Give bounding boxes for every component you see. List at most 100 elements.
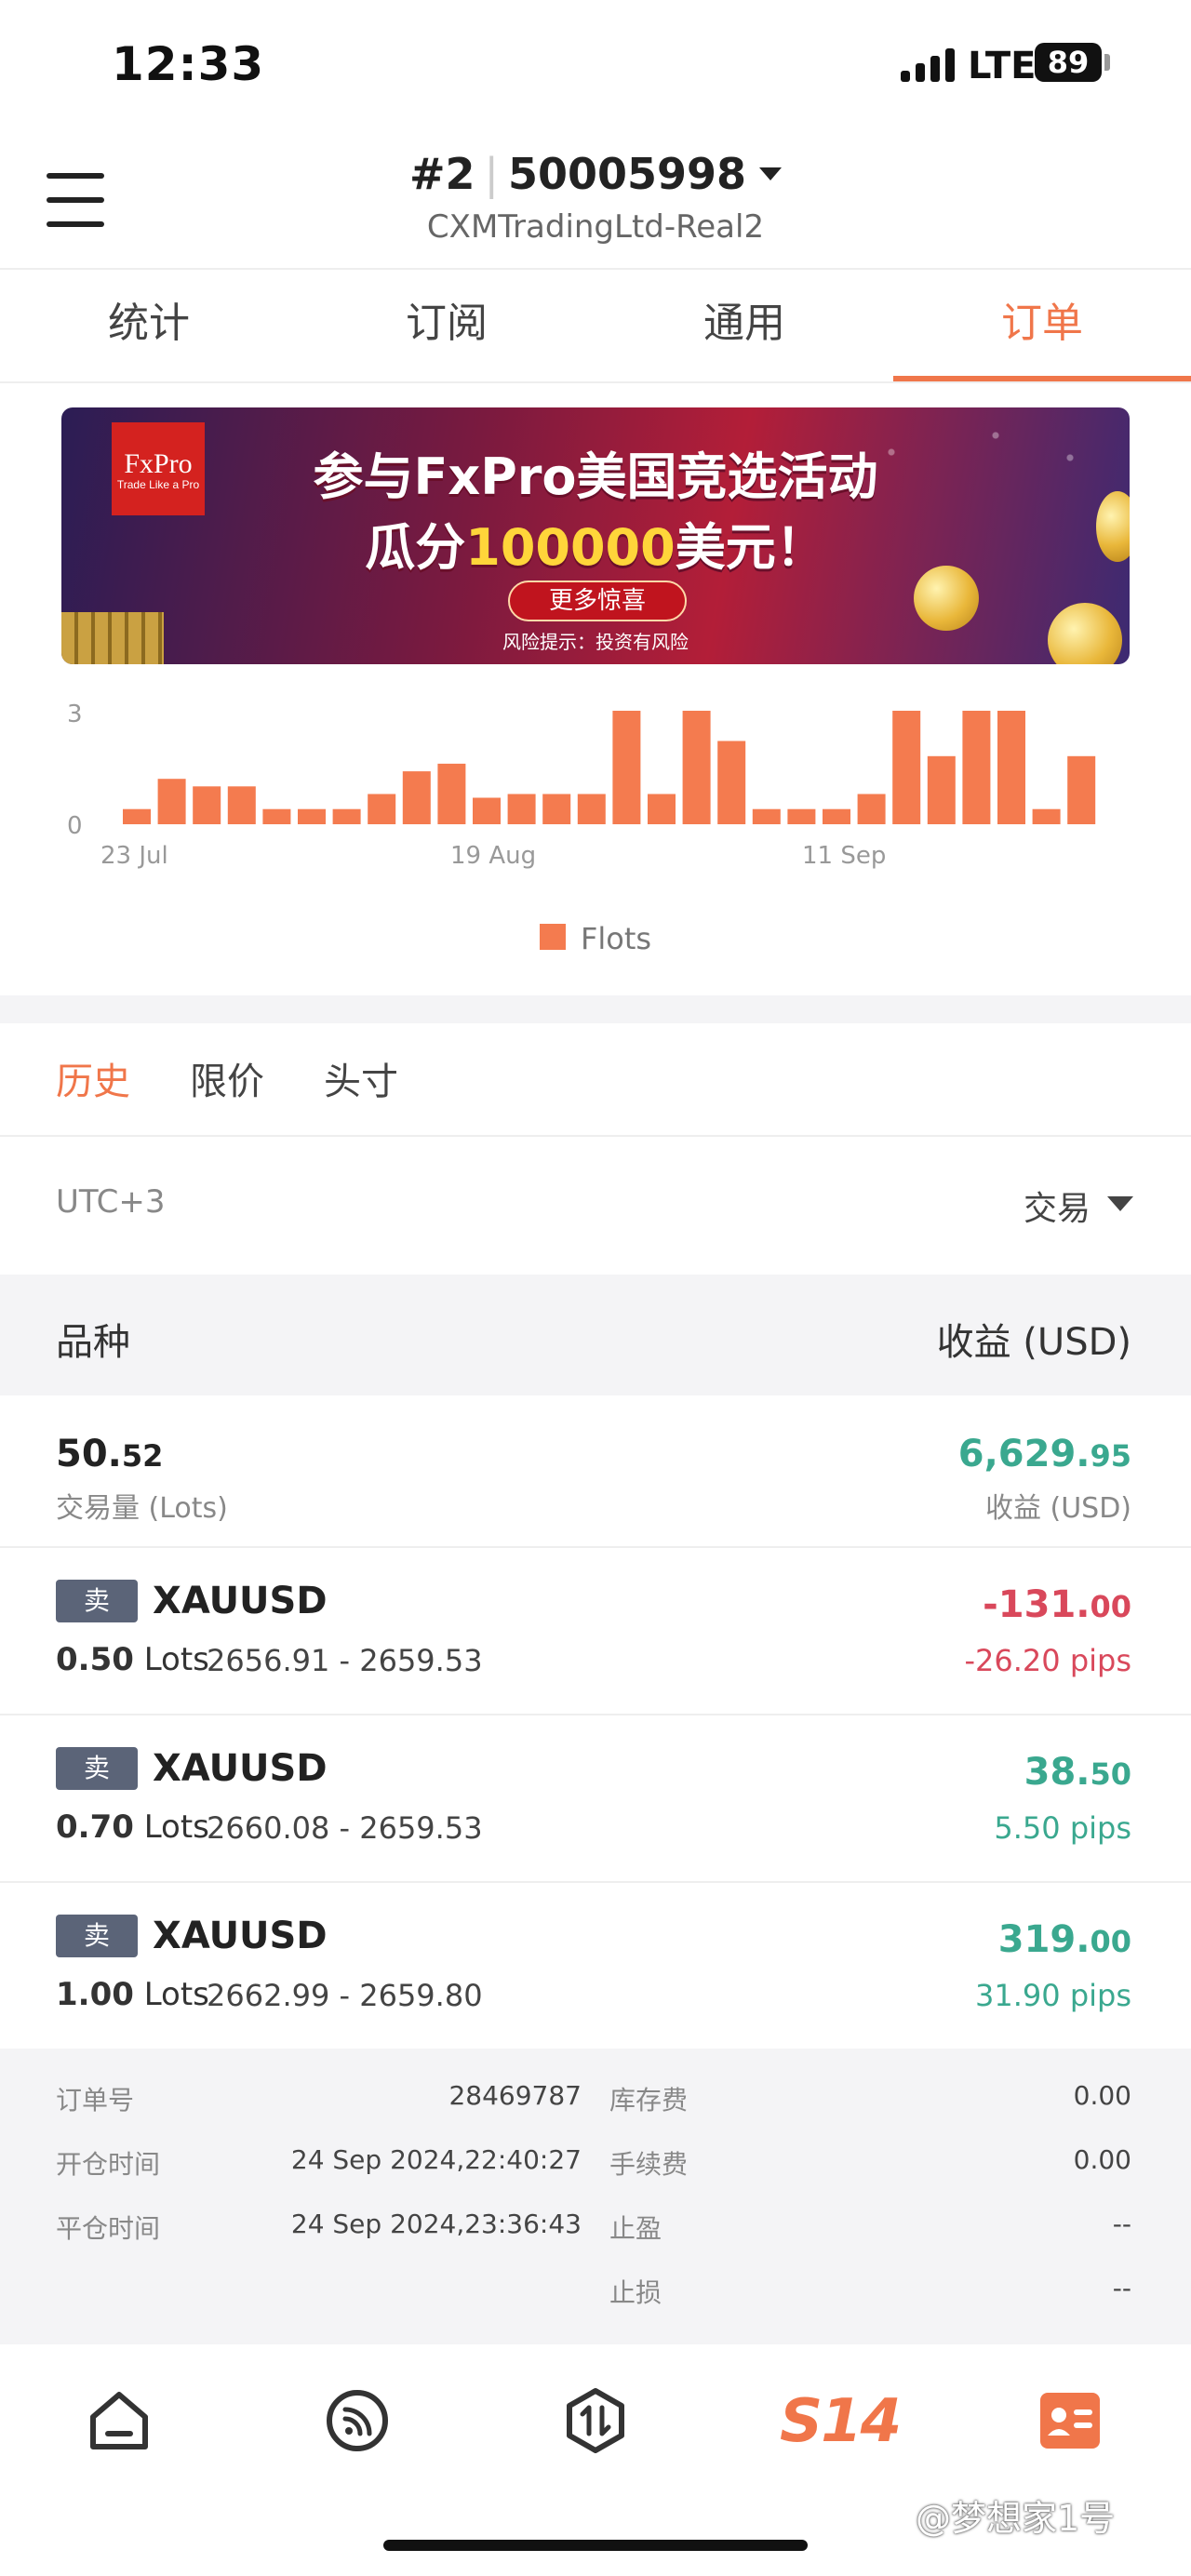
network-label: LTE [968,45,1037,87]
trade-profit: -131.00 [983,1583,1131,1626]
column-symbol: 品种 [56,1321,130,1364]
timezone-selector[interactable]: UTC+3 [56,1183,166,1221]
order-number-label: 订单号 [56,2085,135,2116]
y-tick-label: 3 [67,701,83,728]
trade-symbol: XAUUSD [153,1747,328,1790]
feed-icon[interactable] [320,2383,395,2458]
trade-symbol: XAUUSD [153,1915,328,1957]
coin-icon [1048,603,1122,664]
trade-pips: -26.20 pips [964,1643,1131,1678]
account-index: #2 [408,149,475,199]
chart-bar [857,794,886,824]
trade-icon[interactable] [558,2383,633,2458]
top-tabs: 统计 订阅 通用 订单 [0,268,1191,383]
total-volume: 50.52 [56,1433,164,1475]
home-icon[interactable] [82,2383,156,2458]
battery-tip [1104,54,1110,71]
chart-bar [612,711,641,824]
trade-prices: 2662.99 - 2659.80 [207,1978,483,2013]
order-number-value: 28469787 [448,2080,582,2111]
chart-bar [507,794,536,824]
subtab-limit[interactable]: 限价 [190,1051,264,1105]
tab-orders[interactable]: 订单 [893,270,1191,381]
chart-bar [962,711,991,824]
chart-bar [157,779,186,824]
trade-lots: 0.50 Lots [56,1641,209,1678]
trade-pips: 5.50 pips [994,1810,1131,1846]
x-tick-label: 11 Sep [802,842,886,870]
chart-bar [648,794,676,824]
total-profit-label: 收益 (USD) [984,1492,1131,1525]
flots-bar-chart: 3 0 23 Jul 19 Aug 11 Sep [67,701,1096,870]
banner-headline: 参与FxPro美国竞选活动 [313,447,878,506]
tab-subscribe[interactable]: 订阅 [298,270,596,381]
trade-profit: 319.00 [997,1918,1131,1961]
chart-bar [997,711,1025,824]
chevron-down-icon [759,167,783,180]
chart-bar [298,808,326,824]
trade-symbol: XAUUSD [153,1580,328,1622]
trade-prices: 2660.08 - 2659.53 [207,1810,483,1846]
take-profit-value: -- [1112,2209,1131,2239]
trade-profit: 38.50 [1024,1751,1131,1794]
chart-bar [927,755,956,824]
tab-general[interactable]: 通用 [596,270,893,381]
x-tick-label: 23 Jul [100,842,168,870]
column-profit: 收益 (USD) [936,1321,1131,1364]
trade-row[interactable]: 卖 XAUUSD 0.70 Lots 2660.08 - 2659.53 38.… [0,1715,1191,1881]
account-number: 50005998 [508,149,747,199]
chart-bar [332,808,361,824]
trade-details: 订单号 28469787 开仓时间 24 Sep 2024,22:40:27 平… [0,2049,1191,2344]
chevron-down-icon[interactable] [1107,1196,1133,1211]
brand-s14-icon[interactable]: S14 [780,2387,902,2456]
signal-icon [901,48,957,82]
type-filter-dropdown[interactable]: 交易 [1024,1181,1091,1230]
stop-loss-value: -- [1112,2273,1131,2303]
banner-risk-note: 风险提示：投资有风险 [502,631,689,653]
chart-bar [1067,755,1096,824]
subtab-history[interactable]: 历史 [56,1051,130,1105]
x-tick-label: 19 Aug [450,842,536,870]
trade-prices: 2656.91 - 2659.53 [207,1643,483,1678]
trade-row[interactable]: 卖 XAUUSD 0.50 Lots 2656.91 - 2659.53 -13… [0,1548,1191,1714]
chart-bar [123,808,151,824]
chart-bar [402,771,431,824]
trade-lots: 0.70 Lots [56,1809,209,1846]
banner-subheadline: 瓜分100000美元！ [365,518,826,577]
total-volume-label: 交易量 (Lots) [56,1492,228,1525]
status-time: 12:33 [112,37,265,91]
trade-row[interactable]: 卖 XAUUSD 1.00 Lots 2662.99 - 2659.80 319… [0,1883,1191,2049]
banner-more-button[interactable]: 更多惊喜 [508,581,687,621]
chart-bar [787,808,816,824]
tab-stats[interactable]: 统计 [0,270,298,381]
chart-bar [437,763,466,824]
commission-label: 手续费 [609,2149,689,2180]
chart-bar [368,794,396,824]
gold-bars-decoration [61,612,164,664]
order-subtabs: 历史 限价 头寸 [56,1051,398,1105]
close-time-label: 平仓时间 [56,2213,161,2244]
chart-bar [717,741,746,824]
chart-bar [682,711,711,824]
chart-bar [542,794,571,824]
chart-bar [752,808,781,824]
legend-swatch [539,924,566,950]
chart-bar [1032,808,1061,824]
swap-label: 库存费 [609,2085,689,2116]
chart-legend[interactable]: Flots [0,921,1191,956]
chart-bar [262,808,291,824]
home-indicator[interactable] [383,2540,808,2551]
stop-loss-label: 止损 [609,2277,662,2308]
promo-banner[interactable]: FxPro Trade Like a Pro 参与FxPro美国竞选活动 瓜分10… [61,407,1130,664]
battery-icon: 89 [1035,43,1102,82]
sell-badge: 卖 [56,1580,138,1622]
profile-card-icon[interactable] [1033,2383,1107,2458]
chart-bar [823,808,850,824]
trade-lots: 1.00 Lots [56,1976,209,2013]
subtab-positions[interactable]: 头寸 [324,1051,398,1105]
close-time-value: 24 Sep 2024,23:36:43 [290,2209,582,2239]
account-selector[interactable]: #2 | 50005998 [0,149,1191,199]
sell-badge: 卖 [56,1747,138,1790]
chart-bar [892,711,921,824]
sell-badge: 卖 [56,1915,138,1957]
